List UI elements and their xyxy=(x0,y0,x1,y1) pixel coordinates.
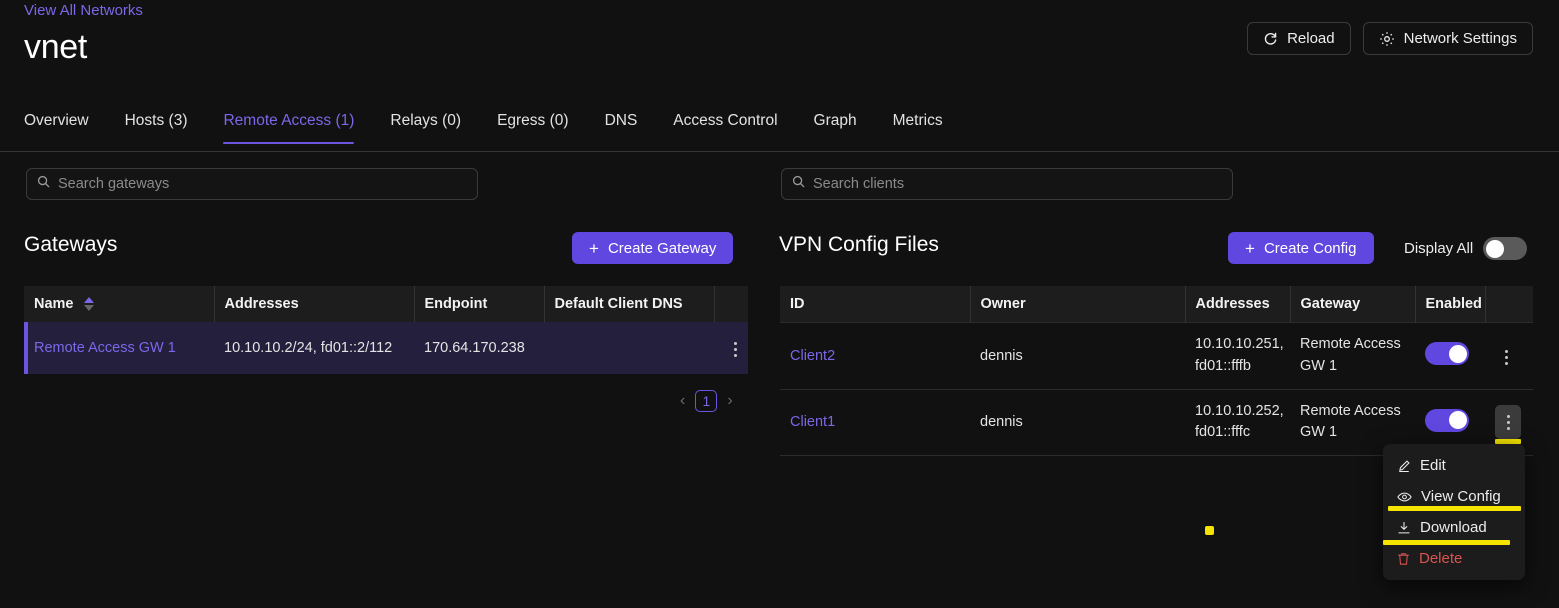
eye-icon xyxy=(1397,490,1412,504)
vpn-config-table: ID Owner Addresses Gateway Enabled Clien… xyxy=(780,286,1533,456)
gateways-search-input[interactable] xyxy=(58,176,467,192)
vpn-owner-cell: dennis xyxy=(980,347,1023,364)
display-all-control: Display All xyxy=(1404,237,1528,260)
highlight-bar-view-config xyxy=(1388,506,1521,511)
gear-icon xyxy=(1379,31,1395,47)
context-menu-download-label: Download xyxy=(1420,519,1487,536)
vpn-id-link[interactable]: Client2 xyxy=(790,348,835,364)
cursor-marker xyxy=(1205,526,1214,535)
gateways-col-addresses[interactable]: Addresses xyxy=(214,286,415,322)
gateway-actions-cell xyxy=(714,322,748,374)
gateways-heading: Gateways xyxy=(24,233,118,256)
table-row[interactable]: Remote Access GW 1 10.10.10.2/24, fd01::… xyxy=(24,322,748,374)
vpn-row-menu-button-active[interactable] xyxy=(1495,405,1521,445)
vpn-id-cell: Client2 xyxy=(780,323,970,390)
network-settings-label: Network Settings xyxy=(1403,30,1517,47)
context-menu-view-config-label: View Config xyxy=(1421,488,1501,505)
context-menu-item-delete[interactable]: Delete xyxy=(1383,543,1525,574)
gateways-table-header: Name Addresses Endpoint Default Client D… xyxy=(24,286,748,322)
gateway-name-link[interactable]: Remote Access GW 1 xyxy=(34,340,176,356)
gateways-col-default-client-dns[interactable]: Default Client DNS xyxy=(544,286,715,322)
reload-button[interactable]: Reload xyxy=(1247,22,1351,55)
vpn-col-enabled[interactable]: Enabled xyxy=(1415,286,1486,323)
gateways-col-actions xyxy=(714,286,748,322)
vpn-id-link[interactable]: Client1 xyxy=(790,414,835,430)
vpn-addresses-cell: 10.10.10.252, fd01::fffc xyxy=(1195,402,1284,441)
page-title: vnet xyxy=(24,28,88,66)
vpn-col-owner[interactable]: Owner xyxy=(970,286,1186,323)
row-context-menu: Edit View Config Download Delete xyxy=(1383,444,1525,580)
tab-metrics[interactable]: Metrics xyxy=(893,112,943,144)
tab-relays[interactable]: Relays (0) xyxy=(390,112,461,144)
download-icon xyxy=(1397,521,1411,535)
remote-access-page: View All Networks vnet Reload Network Se… xyxy=(0,0,1559,608)
breadcrumb-view-all-networks[interactable]: View All Networks xyxy=(24,2,143,19)
gateway-row-menu-button[interactable] xyxy=(724,337,746,363)
clients-search-input[interactable] xyxy=(813,176,1222,192)
gateway-endpoint-cell: 170.64.170.238 xyxy=(424,339,525,356)
pencil-icon xyxy=(1397,459,1411,473)
gateways-col-endpoint[interactable]: Endpoint xyxy=(414,286,545,322)
vpn-owner-cell: dennis xyxy=(980,414,1023,431)
vpn-col-addresses[interactable]: Addresses xyxy=(1185,286,1291,323)
table-row[interactable]: Client2 dennis 10.10.10.251, fd01::fffb … xyxy=(780,322,1533,390)
vpn-actions-cell xyxy=(1485,323,1533,390)
vpn-config-heading: VPN Config Files xyxy=(779,233,939,256)
header-actions: Reload Network Settings xyxy=(1247,22,1533,55)
vpn-enabled-toggle[interactable] xyxy=(1425,408,1469,432)
highlight-bar-download xyxy=(1383,540,1510,545)
vpn-enabled-toggle[interactable] xyxy=(1425,342,1469,366)
create-config-button[interactable]: + Create Config xyxy=(1228,232,1374,264)
tab-hosts[interactable]: Hosts (3) xyxy=(125,112,188,144)
gateway-name-cell: Remote Access GW 1 xyxy=(24,322,214,374)
reload-label: Reload xyxy=(1287,30,1335,47)
sort-arrows-icon[interactable] xyxy=(83,297,94,312)
vpn-id-cell: Client1 xyxy=(780,389,970,456)
gateways-col-name-label: Name xyxy=(34,296,74,312)
pagination-prev-button[interactable]: ‹ xyxy=(680,392,685,410)
create-gateway-label: Create Gateway xyxy=(607,239,717,257)
gateway-addresses-cell: 10.10.10.2/24, fd01::2/112 xyxy=(224,339,393,356)
tab-bar: Overview Hosts (3) Remote Access (1) Rel… xyxy=(24,112,943,144)
pagination-next-button[interactable]: › xyxy=(727,392,732,410)
gateways-col-name[interactable]: Name xyxy=(24,286,215,322)
context-menu-item-edit[interactable]: Edit xyxy=(1383,450,1525,481)
vpn-row-menu-button[interactable] xyxy=(1495,345,1517,371)
pagination-page-1[interactable]: 1 xyxy=(695,390,718,412)
context-menu-edit-label: Edit xyxy=(1420,457,1446,474)
display-all-toggle[interactable] xyxy=(1483,237,1528,260)
tab-access-control[interactable]: Access Control xyxy=(673,112,777,144)
gateways-pagination: ‹ 1 › xyxy=(680,390,733,412)
gateway-dns-cell xyxy=(544,322,714,374)
context-menu-delete-label: Delete xyxy=(1419,550,1463,567)
vpn-table-header: ID Owner Addresses Gateway Enabled xyxy=(780,286,1533,323)
tab-graph[interactable]: Graph xyxy=(814,112,857,144)
tab-egress[interactable]: Egress (0) xyxy=(497,112,569,144)
vpn-col-actions xyxy=(1485,286,1533,323)
reload-icon xyxy=(1263,31,1278,46)
create-config-label: Create Config xyxy=(1263,239,1357,257)
search-icon xyxy=(792,175,805,193)
tab-dns[interactable]: DNS xyxy=(605,112,638,144)
vpn-col-gateway[interactable]: Gateway xyxy=(1290,286,1416,323)
plus-icon: + xyxy=(1245,238,1255,258)
trash-icon xyxy=(1397,552,1410,566)
plus-icon: + xyxy=(589,238,599,258)
create-gateway-button[interactable]: + Create Gateway xyxy=(572,232,734,264)
tabs-divider xyxy=(0,151,1559,152)
vpn-addresses-cell: 10.10.10.251, fd01::fffb xyxy=(1195,336,1284,374)
vpn-col-id[interactable]: ID xyxy=(780,286,971,323)
tab-overview[interactable]: Overview xyxy=(24,112,89,144)
gateways-search[interactable] xyxy=(26,168,478,200)
context-menu-item-download[interactable]: Download xyxy=(1383,512,1525,543)
vpn-enabled-cell xyxy=(1415,323,1485,390)
network-settings-button[interactable]: Network Settings xyxy=(1362,22,1533,55)
vpn-gateway-cell: Remote Access GW 1 xyxy=(1300,336,1401,374)
display-all-label: Display All xyxy=(1404,240,1474,257)
tab-remote-access[interactable]: Remote Access (1) xyxy=(223,112,354,144)
gateways-table: Name Addresses Endpoint Default Client D… xyxy=(24,286,748,374)
clients-search[interactable] xyxy=(781,168,1233,200)
search-icon xyxy=(37,175,50,193)
